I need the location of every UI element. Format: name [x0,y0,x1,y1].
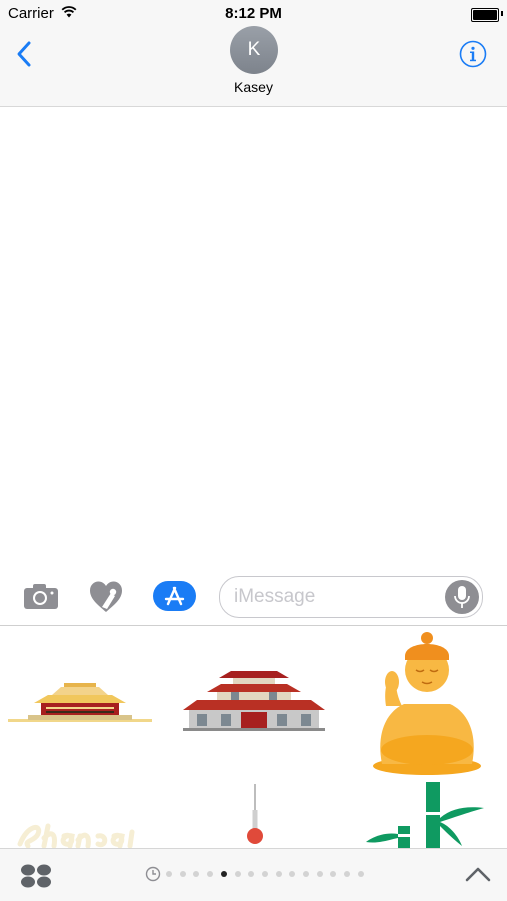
page-dot[interactable] [275,871,282,877]
page-dot[interactable] [357,871,364,877]
temple-sticker[interactable] [183,670,325,734]
battery-icon [471,8,499,22]
page-dot[interactable] [207,871,214,877]
page-dot[interactable] [303,871,309,877]
battery-tip [501,11,503,16]
message-input[interactable] [234,586,434,608]
app-store-icon [164,586,185,606]
chevron-up-icon[interactable] [465,865,491,883]
microphone-button[interactable] [445,580,479,614]
compose-bar [0,569,507,626]
digital-touch-icon[interactable] [88,580,124,614]
status-bar: Carrier 8:12 PM [0,0,507,28]
sticker-drawer [0,626,507,848]
page-dot[interactable] [234,871,241,877]
buddha-sticker[interactable] [370,630,484,776]
camera-icon[interactable] [23,582,59,610]
recents-clock-icon[interactable] [145,866,161,882]
app-drawer-bar [0,848,507,901]
page-dot[interactable] [179,871,186,877]
page-dot[interactable] [261,871,268,877]
status-time: 8:12 PM [225,5,282,22]
page-dot[interactable] [344,871,351,877]
page-dot[interactable] [193,871,200,877]
bamboo-sticker[interactable] [366,782,490,848]
pearl-tower-sticker[interactable] [244,784,266,848]
page-dot[interactable] [289,871,296,877]
avatar[interactable]: K [230,26,278,74]
conversation-header: Carrier 8:12 PM K Kasey [0,0,507,107]
page-dot[interactable] [248,871,255,877]
page-dot[interactable] [220,871,227,877]
page-dot[interactable] [316,871,323,877]
info-icon[interactable] [459,40,487,68]
page-dot[interactable] [166,871,172,877]
app-store-button[interactable] [153,581,196,611]
message-thread [0,107,507,569]
microphone-icon [454,586,470,608]
page-dot[interactable] [330,871,337,877]
forbidden-city-sticker[interactable] [8,682,152,726]
imessage-field[interactable] [219,576,483,618]
app-drawer-icon[interactable] [20,863,52,889]
shanghai-text-sticker[interactable] [14,818,154,848]
back-chevron-icon[interactable] [14,40,34,68]
contact-name[interactable]: Kasey [0,79,507,95]
